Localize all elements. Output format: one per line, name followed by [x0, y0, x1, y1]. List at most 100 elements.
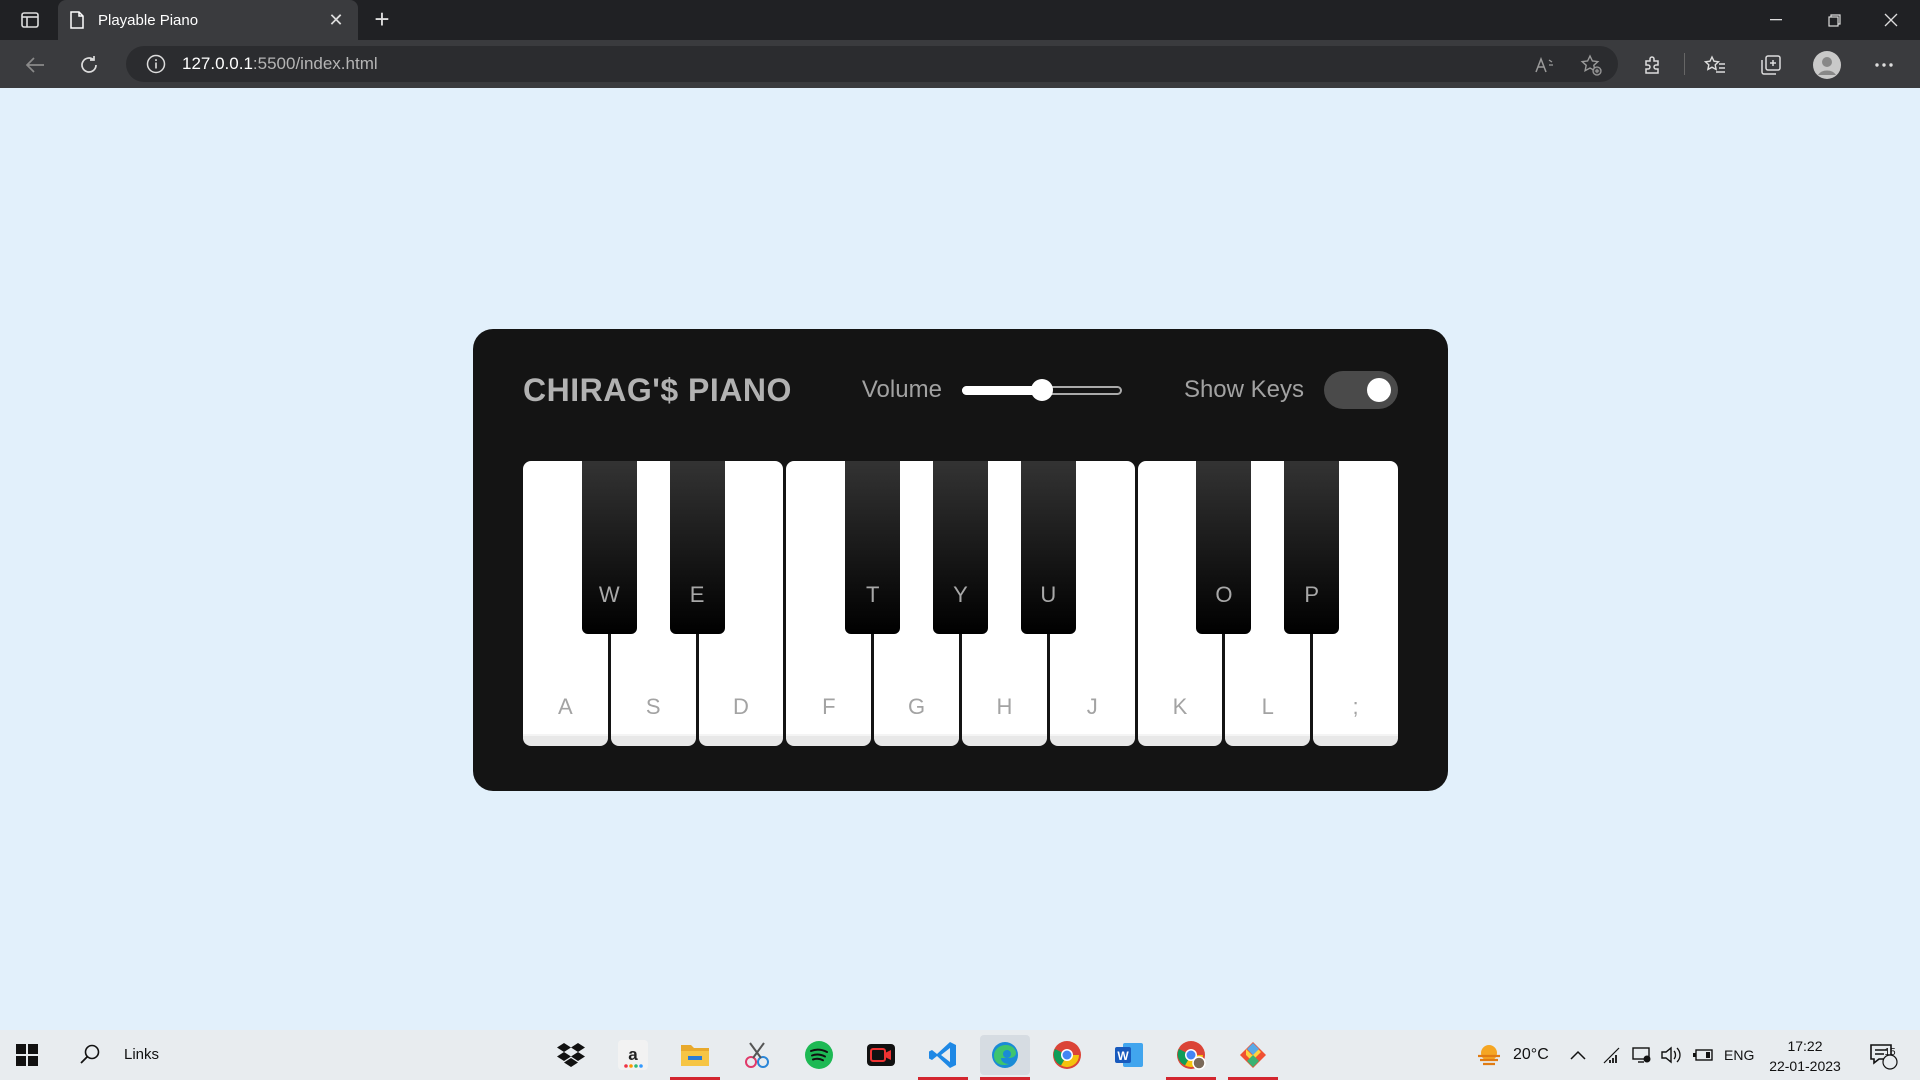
show-keys-toggle[interactable] — [1324, 371, 1398, 409]
folder-icon — [681, 1045, 709, 1066]
language-indicator[interactable]: ENG — [1724, 1030, 1754, 1080]
black-key[interactable]: Y — [933, 461, 988, 634]
show-hidden-icons-button[interactable] — [1570, 1030, 1586, 1080]
more-options-button[interactable] — [1869, 50, 1899, 80]
notifications-button[interactable]: 15 — [1868, 1030, 1898, 1080]
git-app[interactable] — [1228, 1035, 1278, 1080]
snipping-tool-app[interactable] — [732, 1035, 782, 1075]
battery-icon — [1693, 1049, 1713, 1061]
show-keys-control: Show Keys — [1184, 371, 1398, 409]
read-aloud-icon — [1535, 56, 1553, 73]
spotify-icon — [805, 1041, 833, 1069]
key-label: K — [1172, 694, 1188, 719]
add-favorite-button[interactable] — [1576, 50, 1606, 80]
black-key[interactable]: T — [845, 461, 901, 634]
volume-tray-button[interactable] — [1660, 1030, 1682, 1080]
black-key[interactable]: O — [1196, 461, 1252, 634]
black-key[interactable]: U — [1020, 461, 1076, 634]
close-window-button[interactable] — [1862, 0, 1920, 40]
collections-button[interactable] — [1756, 50, 1786, 80]
profile-button[interactable] — [1812, 50, 1842, 80]
start-button[interactable] — [16, 1044, 38, 1066]
chrome-icon — [1053, 1041, 1081, 1069]
refresh-icon — [81, 56, 97, 73]
show-keys-label: Show Keys — [1183, 376, 1304, 403]
file-explorer-app[interactable] — [670, 1035, 720, 1080]
vscode-app[interactable] — [918, 1035, 968, 1080]
weather-widget[interactable]: 20°C — [1475, 1030, 1549, 1080]
svg-text:W: W — [1117, 1049, 1129, 1063]
key-label: ; — [1352, 694, 1359, 719]
read-aloud-button[interactable] — [1530, 50, 1560, 80]
extensions-button[interactable] — [1638, 50, 1668, 80]
tab-playable-piano[interactable]: Playable Piano ✕ — [58, 0, 358, 40]
key-label: D — [733, 694, 749, 719]
address-bar[interactable]: 127.0.0.1:5500/index.html — [126, 46, 1618, 82]
edge-icon — [992, 1042, 1018, 1068]
puzzle-icon — [1645, 56, 1659, 74]
key-label: S — [645, 694, 661, 719]
recorder-icon — [867, 1044, 895, 1066]
volume-slider[interactable] — [961, 379, 1122, 401]
network-icon-button[interactable] — [1602, 1030, 1622, 1080]
dropbox-app[interactable] — [546, 1035, 596, 1075]
screen-recorder-app[interactable] — [856, 1035, 906, 1075]
volume-fill — [961, 386, 1042, 395]
black-key[interactable]: P — [1284, 461, 1340, 634]
spotify-app[interactable] — [794, 1035, 844, 1075]
clock-date: 22-01-2023 — [1769, 1058, 1841, 1074]
new-tab-button[interactable]: + — [368, 6, 396, 34]
monitor-icon — [1632, 1047, 1651, 1063]
collections-icon — [1761, 55, 1781, 75]
git-icon — [1240, 1042, 1266, 1068]
tab-title: Playable Piano — [98, 11, 199, 29]
taskbar: Links a W 20°C ENG 17:22 22-01-2023 15 — [0, 1030, 1920, 1080]
minimize-button[interactable] — [1747, 0, 1805, 40]
piano-header: CHIRAG'$ PIANO Volume Show Keys — [523, 369, 1398, 411]
close-icon — [1884, 13, 1898, 27]
word-app[interactable]: W — [1104, 1035, 1154, 1075]
tab-actions-button[interactable] — [14, 8, 46, 32]
amazon-app[interactable]: a — [608, 1035, 658, 1075]
search-icon — [80, 1044, 100, 1064]
black-key[interactable]: W — [581, 461, 637, 634]
chrome-profile-app[interactable] — [1166, 1035, 1216, 1080]
close-tab-icon[interactable]: ✕ — [326, 10, 346, 31]
toolbar-divider — [1684, 53, 1685, 75]
edge-app[interactable] — [980, 1035, 1030, 1080]
key-label: O — [1215, 582, 1233, 607]
refresh-button[interactable] — [74, 50, 104, 80]
notification-count: 15 — [1884, 1047, 1896, 1058]
clock[interactable]: 17:22 22-01-2023 — [1762, 1036, 1848, 1076]
dropbox-icon — [557, 1043, 585, 1067]
amazon-icon: a — [618, 1040, 648, 1070]
black-key[interactable]: E — [669, 461, 725, 634]
browser-toolbar: 127.0.0.1:5500/index.html — [0, 40, 1920, 88]
svg-text:a: a — [628, 1045, 638, 1064]
key-label: H — [996, 694, 1013, 719]
favorites-button[interactable] — [1700, 50, 1730, 80]
volume-thumb[interactable] — [1030, 379, 1053, 401]
key-label: P — [1304, 582, 1320, 607]
minimize-icon — [1770, 19, 1782, 21]
restore-button[interactable] — [1805, 0, 1863, 40]
back-button[interactable] — [20, 50, 50, 80]
piano-wrapper: CHIRAG'$ PIANO Volume Show Keys A S D F G H J K… — [473, 329, 1448, 791]
avatar-icon — [1813, 51, 1841, 79]
vpn-icon-button[interactable] — [1632, 1030, 1652, 1080]
chrome-app[interactable] — [1042, 1035, 1092, 1075]
chrome-profile-icon — [1177, 1041, 1206, 1070]
info-icon[interactable] — [146, 54, 166, 74]
key-label: U — [1040, 582, 1057, 607]
key-label: Y — [953, 582, 968, 607]
tab-actions-icon — [21, 12, 39, 28]
key-label: L — [1261, 694, 1274, 719]
piano-keys: A S D F G H J K L; W E T Y U O P — [523, 461, 1398, 746]
vscode-icon — [929, 1042, 956, 1068]
taskbar-search-button[interactable] — [78, 1043, 102, 1067]
taskbar-search-label[interactable]: Links — [124, 1046, 159, 1063]
temperature: 20°C — [1513, 1046, 1549, 1063]
restore-icon — [1827, 13, 1841, 27]
battery-tray-button[interactable] — [1692, 1030, 1714, 1080]
url-host: 127.0.0.1 — [182, 54, 253, 73]
